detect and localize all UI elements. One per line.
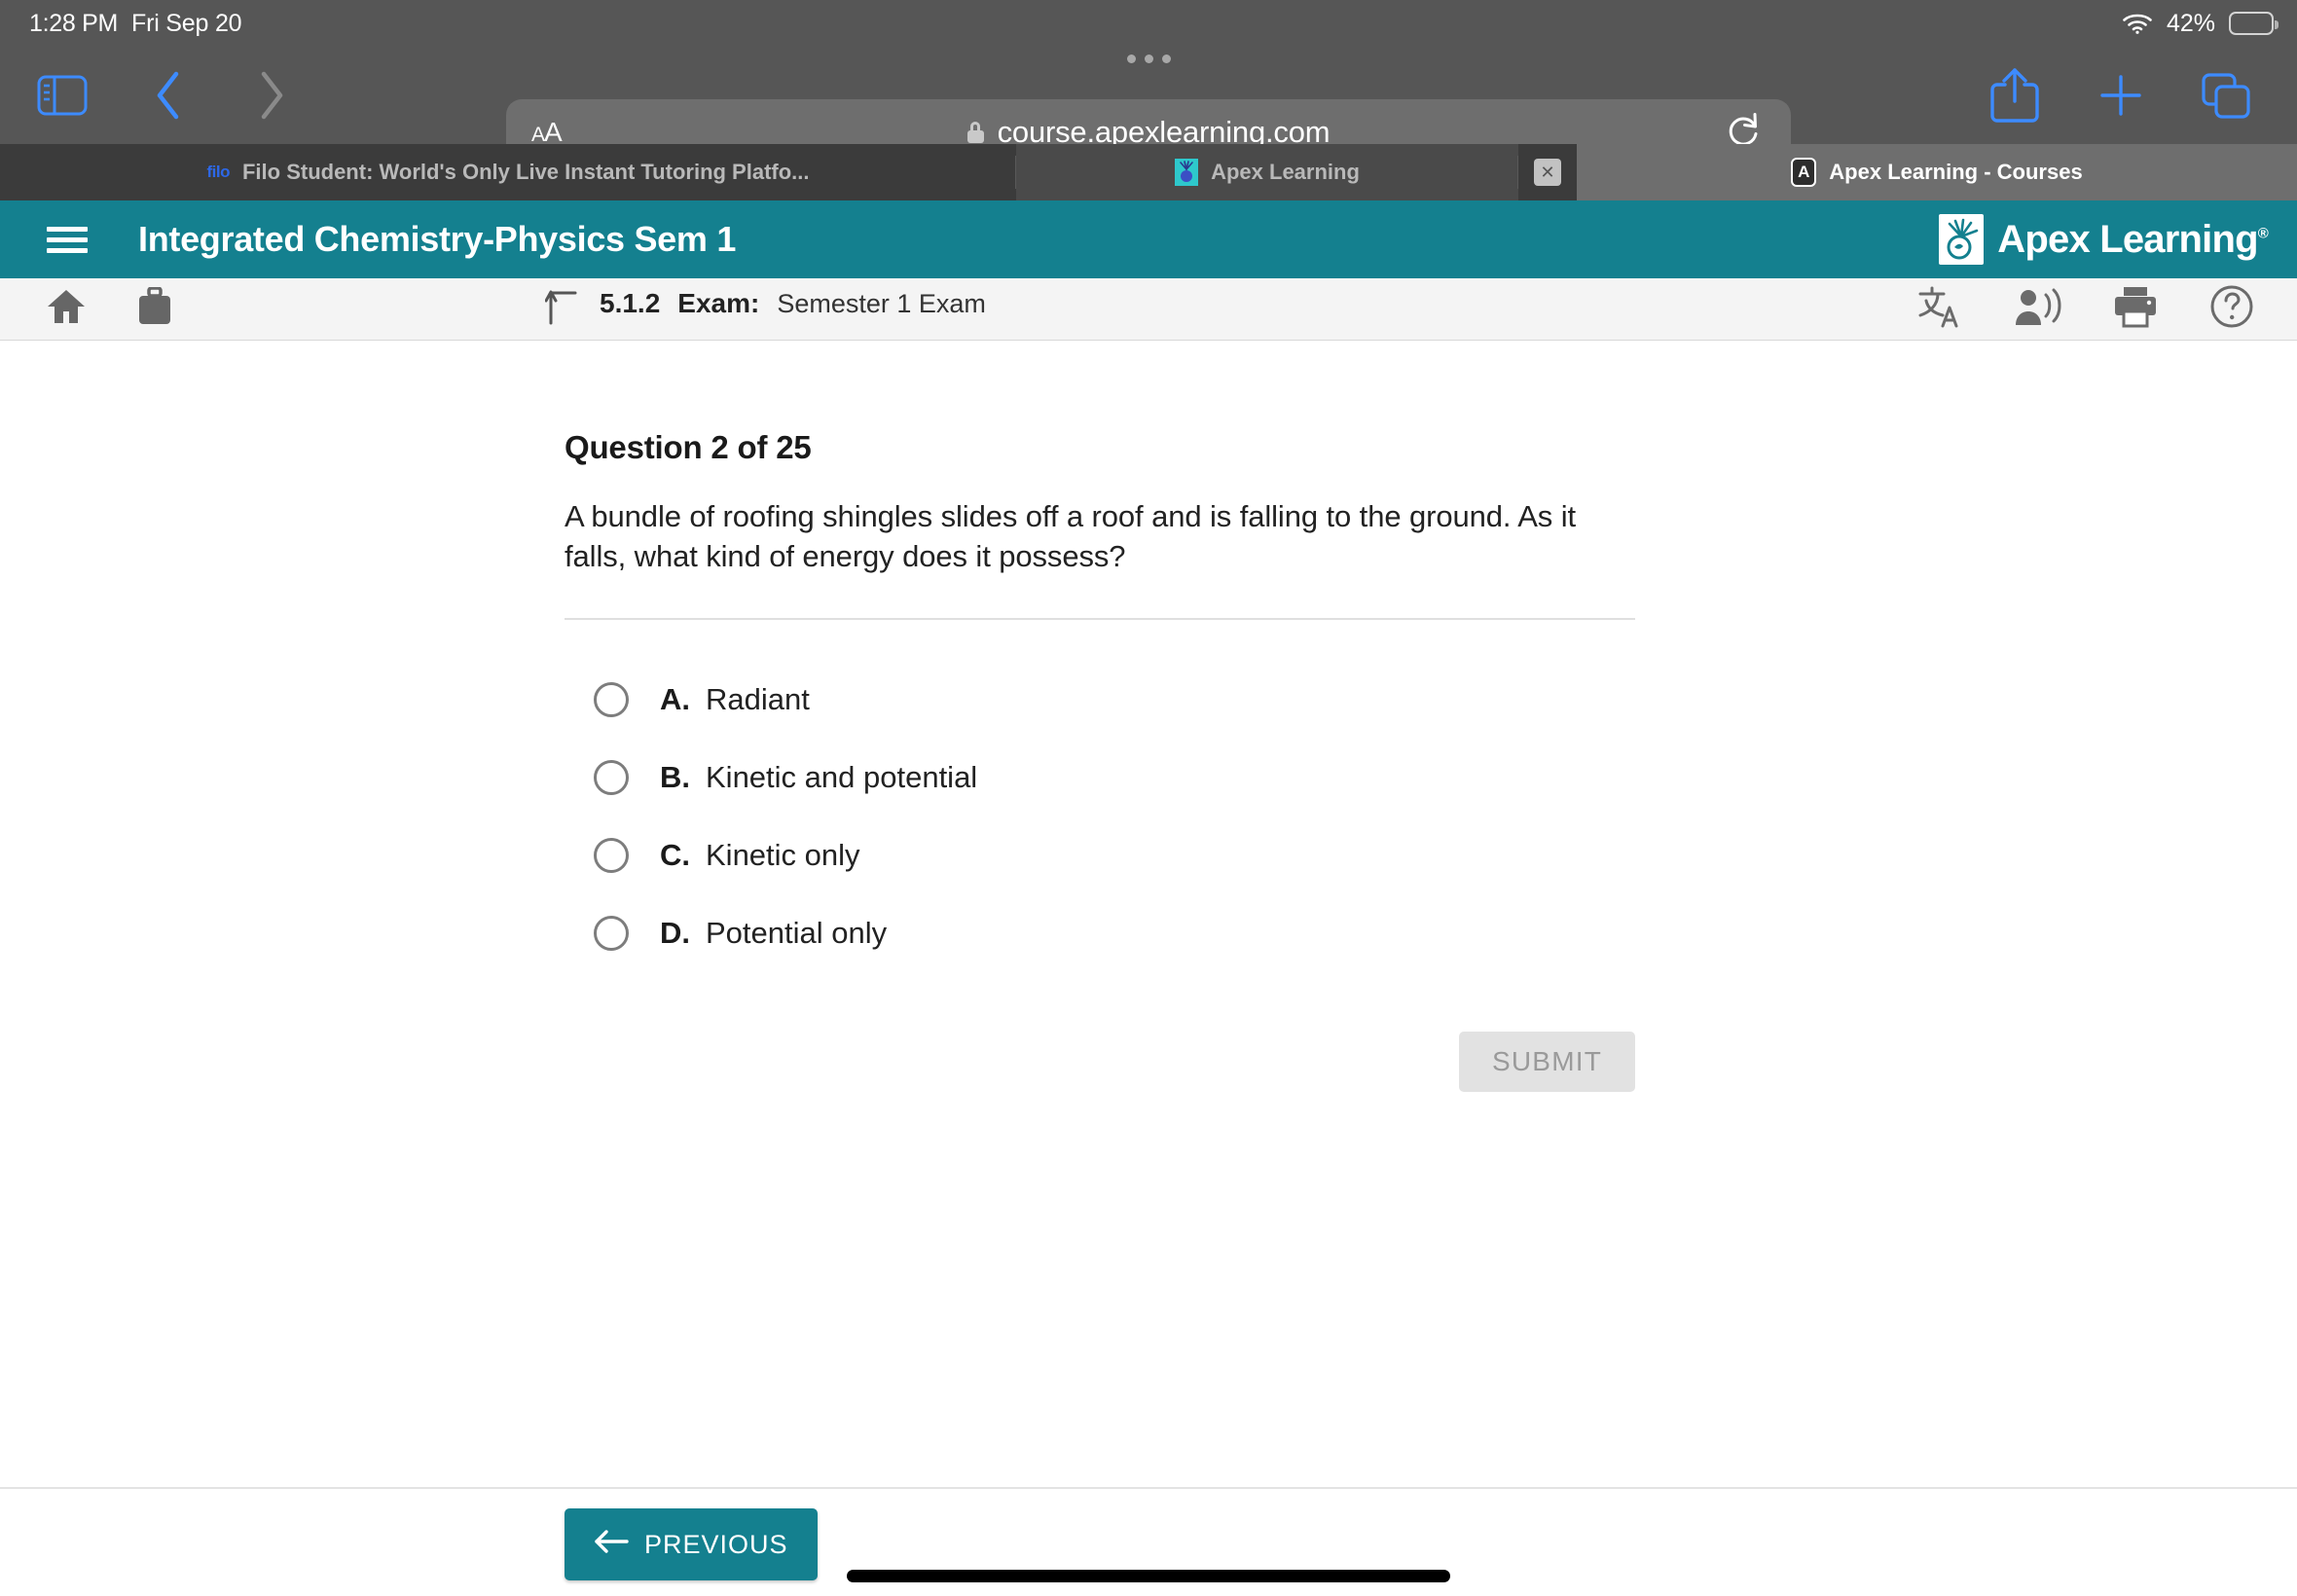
browser-forward-button[interactable] — [249, 68, 294, 123]
submit-row: SUBMIT — [565, 1032, 1635, 1092]
option-letter: C. — [660, 837, 690, 872]
option-letter: A. — [660, 681, 690, 716]
up-level-arrow-icon[interactable] — [544, 288, 578, 330]
battery-percent: 42% — [2166, 9, 2215, 37]
option-text: Kinetic and potential — [706, 759, 978, 794]
status-time: 1:28 PM — [29, 9, 119, 37]
radio-button[interactable] — [594, 759, 629, 795]
lesson-toolbar-actions — [1917, 284, 2254, 334]
sidebar-icon[interactable] — [35, 68, 90, 123]
browser-tab-label: Filo Student: World's Only Live Instant … — [241, 160, 810, 184]
wifi-icon — [2122, 12, 2153, 35]
option-letter: B. — [660, 759, 690, 794]
lesson-number: 5.1.2 — [600, 288, 661, 318]
apex-learning-logo: Apex Learning® — [1939, 214, 2269, 265]
battery-icon — [2229, 12, 2279, 35]
submit-button[interactable]: SUBMIT — [1459, 1032, 1635, 1092]
status-date: Fri Sep 20 — [131, 9, 242, 37]
question-text: A bundle of roofing shingles slides off … — [565, 499, 1577, 573]
screen-root: 1:28 PM Fri Sep 20 42% AA course.apexlea… — [0, 0, 2297, 1596]
browser-toolbar-right — [1986, 47, 2297, 144]
lock-icon — [966, 122, 984, 143]
breadcrumb: 5.1.2 Exam: Semester 1 Exam — [544, 288, 986, 330]
radio-button[interactable] — [594, 681, 629, 717]
hamburger-menu-icon[interactable] — [47, 221, 88, 259]
radio-button[interactable] — [594, 837, 629, 873]
radio-button[interactable] — [594, 915, 629, 951]
option-letter: D. — [660, 915, 690, 950]
lesson-kind: Exam: — [677, 288, 760, 318]
browser-back-button[interactable] — [146, 68, 191, 123]
question-block: Question 2 of 25 A bundle of roofing shi… — [565, 429, 1635, 972]
read-aloud-icon[interactable] — [2013, 285, 2061, 333]
page-title: Integrated Chemistry-Physics Sem 1 — [138, 219, 737, 259]
browser-toolbar: AA course.apexlearning.com — [0, 47, 2297, 165]
status-bar-right: 42% — [2122, 9, 2279, 38]
option-text: Potential only — [706, 915, 888, 950]
ios-status-bar: 1:28 PM Fri Sep 20 42% — [0, 0, 2297, 47]
browser-tab-apex-learning[interactable]: Apex Learning — [1016, 144, 1518, 200]
answer-option-b[interactable]: B. Kinetic and potential — [565, 739, 1635, 816]
tab-overview-icon[interactable] — [2198, 67, 2254, 124]
share-icon[interactable] — [1986, 65, 2044, 126]
browser-tab-label: Apex Learning - Courses — [1829, 160, 2083, 184]
browser-tab-filo[interactable]: filo Filo Student: World's Only Live Ins… — [0, 144, 1016, 200]
brand-name: Apex Learning® — [1997, 217, 2269, 261]
browser-tab-close-slot: ✕ — [1518, 144, 1577, 200]
lesson-name: Semester 1 Exam — [777, 289, 986, 318]
option-text: Radiant — [706, 681, 810, 716]
home-icon[interactable] — [47, 288, 86, 330]
new-tab-icon[interactable] — [2095, 69, 2147, 122]
status-bar-left: 1:28 PM Fri Sep 20 — [29, 9, 242, 38]
close-icon[interactable]: ✕ — [1534, 159, 1561, 186]
question-content: Question 2 of 25 A bundle of roofing shi… — [0, 342, 2297, 1487]
answer-options: A. Radiant B. Kinetic and potential C. K… — [565, 661, 1635, 972]
answer-option-c[interactable]: C. Kinetic only — [565, 816, 1635, 894]
answer-option-a[interactable]: A. Radiant — [565, 661, 1635, 739]
briefcase-icon[interactable] — [136, 286, 173, 331]
browser-tab-label: Apex Learning — [1211, 160, 1360, 184]
filo-favicon: filo — [206, 163, 230, 181]
answer-option-d[interactable]: D. Potential only — [565, 894, 1635, 972]
apex-lightbulb-logo — [1939, 214, 1985, 265]
arrow-left-icon — [594, 1529, 629, 1561]
help-icon[interactable] — [2209, 284, 2254, 334]
question-divider — [565, 617, 1635, 620]
apex-favicon — [1175, 159, 1199, 186]
print-icon[interactable] — [2112, 285, 2159, 333]
lesson-footer: PREVIOUS — [0, 1489, 2297, 1596]
ios-home-indicator[interactable] — [847, 1570, 1450, 1582]
translate-icon[interactable] — [1917, 285, 1962, 333]
question-heading: Question 2 of 25 — [565, 429, 812, 465]
apex-a-favicon: A — [1791, 158, 1817, 187]
previous-button-label: PREVIOUS — [644, 1529, 788, 1559]
browser-tab-bar: filo Filo Student: World's Only Live Ins… — [0, 144, 2297, 200]
option-text: Kinetic only — [706, 837, 860, 872]
window-drag-dots — [0, 54, 2297, 63]
browser-tab-apex-courses[interactable]: A Apex Learning - Courses — [1577, 144, 2297, 200]
previous-button[interactable]: PREVIOUS — [565, 1508, 818, 1580]
course-header: Integrated Chemistry-Physics Sem 1 Apex … — [0, 200, 2297, 278]
lesson-toolbar: 5.1.2 Exam: Semester 1 Exam — [0, 278, 2297, 341]
